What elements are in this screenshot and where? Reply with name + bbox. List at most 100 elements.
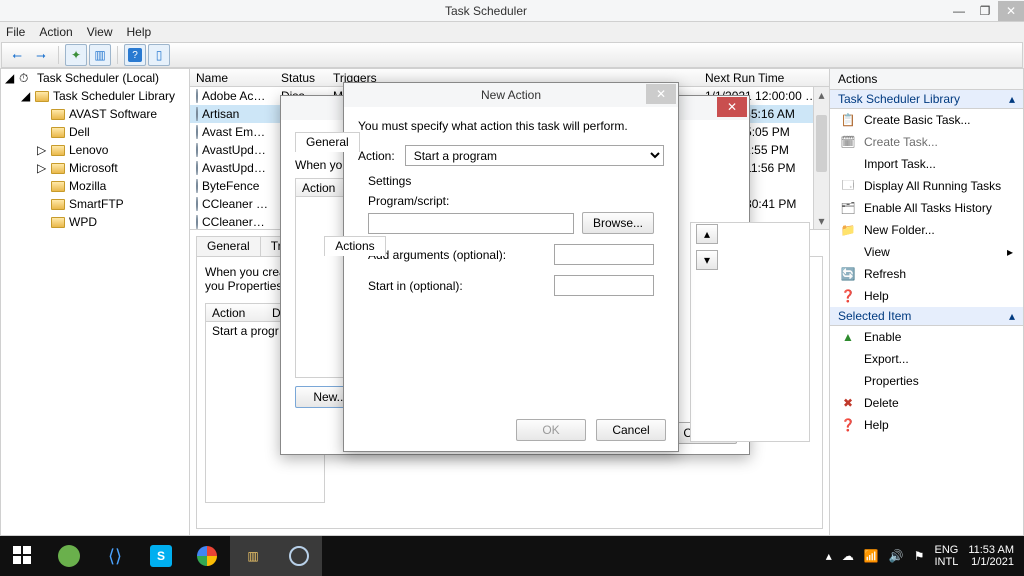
tray-date[interactable]: 1/1/2021 bbox=[968, 556, 1014, 568]
task-icon bbox=[196, 179, 198, 193]
maximize-button[interactable]: ❐ bbox=[972, 1, 998, 21]
action-item[interactable]: 🗂Enable All Tasks History bbox=[830, 197, 1023, 219]
action-item[interactable]: 📁 New Folder... bbox=[830, 219, 1023, 241]
action-item[interactable]: Import Task... bbox=[830, 153, 1023, 175]
toolbar-pane-icon[interactable]: ▥ bbox=[89, 44, 111, 66]
taskbar-app-3[interactable]: S bbox=[138, 536, 184, 576]
move-down-button[interactable]: ▾ bbox=[696, 250, 718, 270]
tree-node[interactable]: Dell bbox=[69, 125, 90, 139]
action-item-label: Export... bbox=[864, 352, 909, 366]
folder-icon bbox=[51, 181, 65, 192]
tray-lang1[interactable]: ENG bbox=[934, 544, 958, 556]
tray-time[interactable]: 11:53 AM bbox=[968, 544, 1014, 556]
toolbar-help-icon[interactable]: ? bbox=[124, 44, 146, 66]
new-action-close-button[interactable]: ✕ bbox=[646, 84, 676, 104]
chevron-right-icon: ▸ bbox=[1007, 245, 1013, 259]
action-item[interactable]: ✖Delete bbox=[830, 392, 1023, 414]
taskbar-app-4[interactable] bbox=[184, 536, 230, 576]
col-status[interactable]: Status bbox=[275, 71, 327, 85]
tree-node[interactable]: SmartFTP bbox=[69, 197, 124, 211]
scroll-thumb[interactable] bbox=[816, 115, 827, 172]
action-item-label: Delete bbox=[864, 396, 899, 410]
settings-group: Settings Program/script: Browse... Add a… bbox=[360, 174, 662, 296]
menu-action[interactable]: Action bbox=[39, 25, 72, 39]
task-icon bbox=[196, 197, 198, 211]
menu-view[interactable]: View bbox=[87, 25, 113, 39]
tree-node[interactable]: Mozilla bbox=[69, 179, 106, 193]
action-item[interactable]: 🗔Display All Running Tasks bbox=[830, 175, 1023, 197]
scroll-down-icon[interactable]: ▾ bbox=[814, 213, 829, 229]
action-item[interactable]: View▸ bbox=[830, 241, 1023, 263]
col-next[interactable]: Next Run Time bbox=[699, 71, 829, 85]
arguments-input[interactable] bbox=[554, 244, 654, 265]
action-item[interactable]: Export... bbox=[830, 348, 1023, 370]
action-label: Action: bbox=[358, 149, 395, 163]
new-action-specify: You must specify what action this task w… bbox=[358, 119, 664, 133]
tree-node[interactable]: AVAST Software bbox=[69, 107, 157, 121]
collapse-icon[interactable]: ▴ bbox=[1009, 309, 1015, 323]
cancel-button[interactable]: Cancel bbox=[596, 419, 666, 441]
nav-tree[interactable]: ◢⏱Task Scheduler (Local) ◢Task Scheduler… bbox=[0, 68, 190, 536]
action-item-label: Enable bbox=[864, 330, 901, 344]
tree-node[interactable]: Lenovo bbox=[69, 143, 108, 157]
minimize-button[interactable]: — bbox=[946, 1, 972, 21]
tree-node[interactable]: WPD bbox=[69, 215, 97, 229]
taskbar-app-1[interactable] bbox=[46, 536, 92, 576]
ok-button[interactable]: OK bbox=[516, 419, 586, 441]
toolbar: ⭠ ⭢ ✦ ▥ ? ▯ bbox=[1, 42, 1023, 68]
system-tray[interactable]: ▴ ☁ 📶 🔊 ⚑ ENG INTL 11:53 AM 1/1/2021 bbox=[826, 544, 1024, 568]
tray-volume-icon[interactable]: 🔊 bbox=[889, 549, 904, 563]
menu-file[interactable]: File bbox=[6, 25, 25, 39]
browse-button[interactable]: Browse... bbox=[582, 212, 654, 234]
task-icon bbox=[196, 125, 198, 139]
taskbar-app-2[interactable]: ⟨⟩ bbox=[92, 536, 138, 576]
taskbar[interactable]: ⟨⟩ S ▥ ▴ ☁ 📶 🔊 ⚑ ENG INTL 11:53 AM 1/1/2… bbox=[0, 536, 1024, 576]
action-item[interactable]: ▲Enable bbox=[830, 326, 1023, 348]
start-button[interactable] bbox=[0, 536, 46, 576]
action-item[interactable]: 🔄Refresh bbox=[830, 263, 1023, 285]
tray-flag-icon[interactable]: ⚑ bbox=[914, 549, 925, 563]
action-select[interactable]: Start a program bbox=[405, 145, 664, 166]
program-input[interactable] bbox=[368, 213, 574, 234]
folder-icon: 📁 bbox=[840, 222, 856, 238]
startin-input[interactable] bbox=[554, 275, 654, 296]
col-action[interactable]: Action bbox=[206, 306, 266, 320]
action-item[interactable]: ❓Help bbox=[830, 285, 1023, 307]
col-name[interactable]: Name bbox=[190, 71, 275, 85]
tree-node[interactable]: Microsoft bbox=[69, 161, 118, 175]
tray-network-icon[interactable]: 📶 bbox=[864, 549, 879, 563]
scheduler-icon: ⏱ bbox=[19, 71, 33, 85]
action-item-label: New Folder... bbox=[864, 223, 935, 237]
tree-root[interactable]: Task Scheduler (Local) bbox=[37, 71, 159, 85]
taskbar-app-5[interactable]: ▥ bbox=[230, 536, 276, 576]
action-item[interactable]: 📋Create Basic Task... bbox=[830, 109, 1023, 131]
task-list-scrollbar[interactable]: ▴ ▾ bbox=[813, 87, 829, 229]
toolbar-action-icon[interactable]: ✦ bbox=[65, 44, 87, 66]
move-up-button[interactable]: ▴ bbox=[696, 224, 718, 244]
action-item-label: Create Task... bbox=[864, 135, 938, 149]
scroll-up-icon[interactable]: ▴ bbox=[814, 87, 829, 103]
tab-actions[interactable]: Actions bbox=[324, 236, 385, 256]
action-item[interactable]: 🗓Create Task... bbox=[830, 131, 1023, 153]
tray-chevron-icon[interactable]: ▴ bbox=[826, 549, 832, 563]
taskbar-task-scheduler[interactable] bbox=[276, 536, 322, 576]
task-icon bbox=[196, 143, 198, 157]
action-item[interactable]: ❓Help bbox=[830, 414, 1023, 436]
close-button[interactable]: ✕ bbox=[998, 1, 1024, 21]
tree-library[interactable]: Task Scheduler Library bbox=[53, 89, 175, 103]
forward-button[interactable]: ⭢ bbox=[30, 44, 52, 66]
action-item-label: Properties bbox=[864, 374, 919, 388]
menu-help[interactable]: Help bbox=[127, 25, 152, 39]
back-button[interactable]: ⭠ bbox=[6, 44, 28, 66]
tray-lang2[interactable]: INTL bbox=[934, 556, 958, 568]
tray-onedrive-icon[interactable]: ☁ bbox=[842, 549, 854, 563]
collapse-icon[interactable]: ▴ bbox=[1009, 92, 1015, 106]
toolbar-pane2-icon[interactable]: ▯ bbox=[148, 44, 170, 66]
dialog-close-button[interactable]: ✕ bbox=[717, 97, 747, 117]
import-icon bbox=[840, 156, 856, 172]
dlg-col-action: Action bbox=[296, 181, 341, 195]
action-item[interactable]: Properties bbox=[830, 370, 1023, 392]
dlg-tab-general[interactable]: General bbox=[295, 132, 360, 152]
tab-general[interactable]: General bbox=[196, 236, 261, 256]
props-icon bbox=[840, 373, 856, 389]
